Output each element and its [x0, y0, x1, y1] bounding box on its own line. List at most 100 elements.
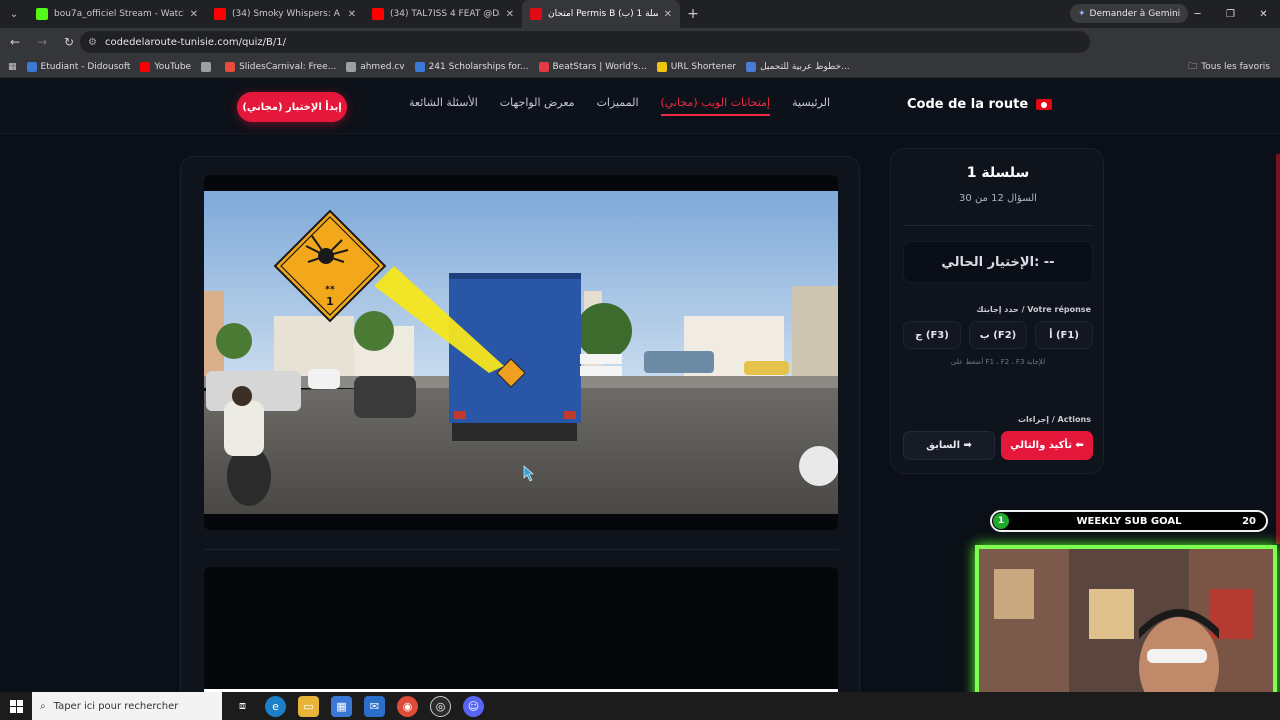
browser-tab[interactable]: (34) Smoky Whispers: A Lat ✕: [206, 0, 364, 28]
reload-button[interactable]: ↻: [57, 30, 81, 54]
bookmark-item[interactable]: Etudiant - Didousoft: [26, 61, 131, 72]
bookmark-label: SlidesCarnival: Free...: [239, 61, 337, 72]
bookmark-item[interactable]: BeatStars | World's...: [538, 61, 647, 72]
choose-answer-label: حدد إجابتك / Votre réponse: [976, 305, 1091, 314]
question-image-frame: ** 1: [204, 175, 838, 530]
answer-choice-button[interactable]: ج (F3): [903, 321, 961, 349]
bookmark-item[interactable]: YouTube: [140, 61, 192, 72]
task-view-icon[interactable]: ⧈: [232, 696, 253, 717]
back-button[interactable]: ←: [3, 30, 27, 54]
browser-tab[interactable]: bou7a_officiel Stream - Watch L ✕: [28, 0, 206, 28]
bookmark-icon: [26, 61, 37, 72]
search-icon: ⌕: [40, 700, 46, 712]
keyboard-hint: أضغط على F1 ، F2 ، F3 للإجابة: [950, 358, 1046, 366]
url-text: codedelaroute-tunisie.com/quiz/B/1/: [104, 36, 286, 48]
bookmark-item[interactable]: خطوط عربية للتحميل...: [746, 61, 850, 72]
nav-link[interactable]: الأسئلة الشائعة: [409, 96, 478, 116]
bookmark-label: خطوط عربية للتحميل...: [760, 61, 850, 72]
brand-name: Code de la route: [907, 97, 1029, 112]
tab-close-icon[interactable]: ✕: [190, 9, 198, 20]
bookmark-item[interactable]: [201, 61, 215, 72]
site-info-icon[interactable]: ⚙: [88, 37, 97, 48]
tab-title: امتحان Permis B (ب) سلسلة 1 -: [548, 9, 658, 19]
tab-favicon-icon: [36, 8, 48, 20]
address-bar[interactable]: ⚙ codedelaroute-tunisie.com/quiz/B/1/: [80, 31, 1090, 53]
gemini-icon: ✦: [1078, 8, 1086, 19]
discord-icon[interactable]: ☺: [463, 695, 484, 717]
taskbar-search[interactable]: ⌕ Taper ici pour rechercher: [32, 692, 222, 720]
bookmark-item[interactable]: URL Shortener: [656, 61, 736, 72]
restore-button[interactable]: ❐: [1214, 0, 1247, 28]
answer-choice-button[interactable]: أ (F1): [1035, 321, 1093, 349]
tab-favicon-icon: [530, 8, 542, 20]
tab-favicon-icon: [214, 8, 226, 20]
nav-link[interactable]: الرئيسية: [792, 96, 830, 116]
confirm-next-button[interactable]: تأكيد والتالي ⬅: [1001, 431, 1093, 460]
bookmark-icon: [538, 61, 549, 72]
new-tab-button[interactable]: +: [680, 6, 706, 22]
forward-button[interactable]: →: [30, 30, 54, 54]
minimize-button[interactable]: ─: [1181, 0, 1214, 28]
browser-toolbar: ← → ↻ ⚙ codedelaroute-tunisie.com/quiz/B…: [0, 28, 1280, 78]
windows-logo-icon: [9, 699, 23, 713]
actions-label: إجراءات / Actions: [1017, 415, 1091, 424]
tab-close-icon[interactable]: ✕: [348, 9, 356, 20]
nav-link[interactable]: معرض الواجهات: [500, 96, 575, 116]
tab-title: (34) TAL7ISS 4 FEAT @Dahmar: [390, 9, 500, 19]
weekly-sub-goal-bar: 1 WEEKLY SUB GOAL 20: [990, 510, 1268, 532]
all-bookmarks-label: Tous les favoris: [1201, 62, 1270, 72]
tab-title: (34) Smoky Whispers: A Lat: [232, 9, 342, 19]
tab-strip: ⌄ bou7a_officiel Stream - Watch L ✕ (34) S…: [0, 0, 1280, 28]
obs-icon[interactable]: ◎: [430, 695, 451, 717]
webcam-feed: [979, 549, 1273, 713]
mail-icon[interactable]: ✉: [364, 695, 385, 717]
close-window-button[interactable]: ✕: [1247, 0, 1280, 28]
gemini-button[interactable]: ✦ Demander à Gemini: [1070, 4, 1189, 23]
nav-link[interactable]: المميزات: [597, 96, 639, 116]
bookmark-icon: [414, 61, 425, 72]
edge-icon[interactable]: e: [265, 695, 286, 717]
tab-title: bou7a_officiel Stream - Watch L: [54, 9, 184, 19]
bookmark-item[interactable]: 241 Scholarships for...: [414, 61, 529, 72]
browser-tab[interactable]: امتحان Permis B (ب) سلسلة 1 - ✕: [522, 0, 680, 28]
apps-grid-icon[interactable]: ▦: [8, 62, 17, 72]
tab-close-icon[interactable]: ✕: [664, 9, 672, 20]
chrome-icon[interactable]: ◉: [397, 695, 418, 717]
previous-button[interactable]: السابق ➡: [903, 431, 995, 460]
file-explorer-icon[interactable]: ▭: [298, 695, 319, 717]
bookmark-label: BeatStars | World's...: [552, 61, 647, 72]
current-choice: الإختيار الحالي: --: [903, 241, 1093, 283]
start-test-button[interactable]: إبدأ الإختبار (مجاني): [237, 92, 347, 122]
site-brand[interactable]: Code de la route: [907, 97, 1053, 112]
sign-number: 1: [326, 295, 334, 308]
browser-tab[interactable]: (34) TAL7ISS 4 FEAT @Dahmar ✕: [364, 0, 522, 28]
card-divider: [204, 549, 838, 550]
sign-stars: **: [325, 285, 335, 295]
store-icon[interactable]: ▦: [331, 695, 352, 717]
all-bookmarks-button[interactable]: 🗀 Tous les favoris: [1188, 56, 1270, 78]
bookmark-icon: [225, 61, 236, 72]
sidebar-divider: [903, 225, 1093, 226]
page-edge-accent: [1276, 154, 1280, 544]
nav-link[interactable]: إمتحانات الويب (مجاني): [660, 96, 771, 116]
bookmark-icon: [201, 61, 212, 72]
bookmarks-bar: ▦ Etudiant - Didousoft YouTube SlidesCarni…: [0, 56, 1280, 78]
bookmark-icon: [656, 61, 667, 72]
series-title: سلسلة 1: [966, 165, 1030, 181]
sub-goal-target: 20: [1242, 515, 1256, 527]
site-navbar: Code de la route الرئيسية إمتحانات الويب …: [0, 78, 1280, 134]
bookmark-label: Etudiant - Didousoft: [40, 61, 131, 72]
answer-choice-button[interactable]: ب (F2): [969, 321, 1027, 349]
bookmark-icon: [140, 61, 151, 72]
bookmark-item[interactable]: ahmed.cv: [346, 61, 405, 72]
start-button[interactable]: [0, 692, 32, 720]
tab-search-button[interactable]: ⌄: [0, 0, 28, 28]
bookmark-label: YouTube: [154, 61, 192, 72]
tab-favicon-icon: [372, 8, 384, 20]
answer-choices: أ (F1) ب (F2) ج (F3): [903, 321, 1093, 349]
window-controls: ─ ❐ ✕: [1181, 0, 1280, 28]
bookmark-label: ahmed.cv: [360, 61, 405, 72]
tab-close-icon[interactable]: ✕: [506, 9, 514, 20]
bookmark-item[interactable]: SlidesCarnival: Free...: [225, 61, 337, 72]
windows-taskbar: ⌕ Taper ici pour rechercher ⧈ e ▭ ▦ ✉ ◉ …: [0, 692, 1280, 720]
